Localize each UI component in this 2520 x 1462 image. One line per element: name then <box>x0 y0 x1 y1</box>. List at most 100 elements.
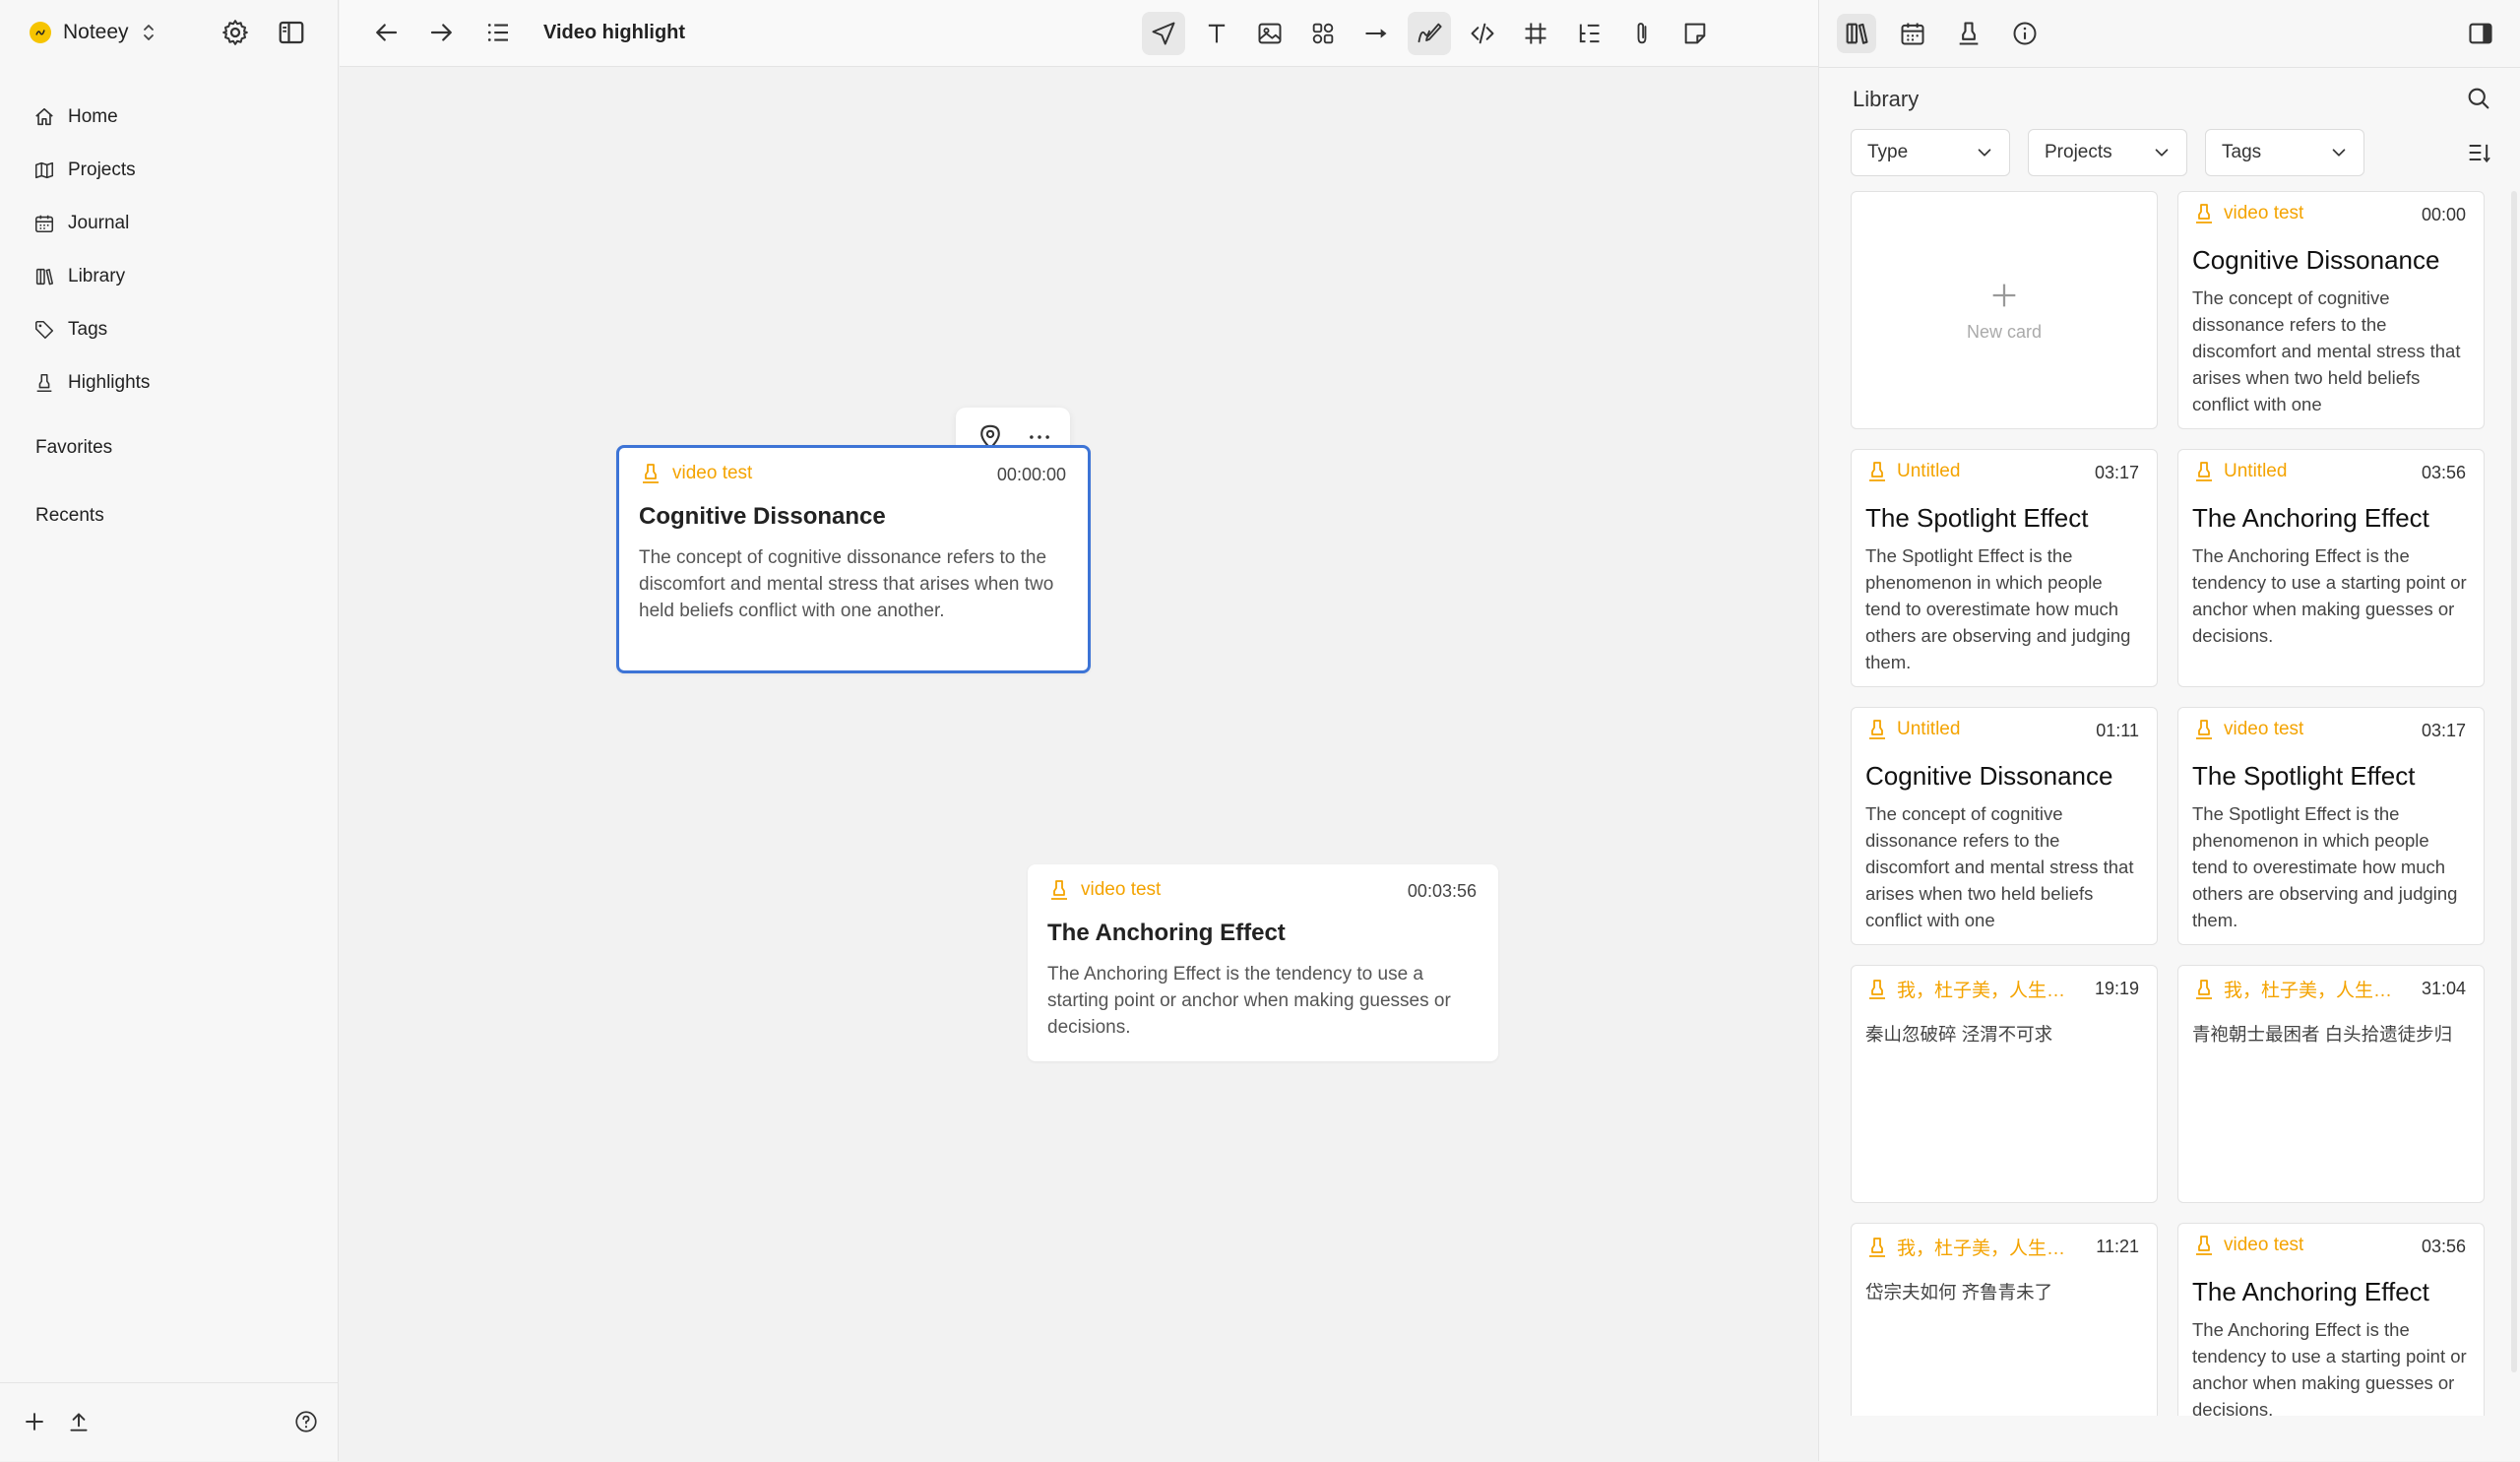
favorites-section[interactable]: Favorites <box>35 437 112 459</box>
calendar-icon <box>33 213 55 234</box>
nav-item-label: Journal <box>68 213 130 233</box>
pen-tool[interactable] <box>1408 12 1451 55</box>
nav-item-projects[interactable]: Projects <box>33 144 150 197</box>
library-card[interactable]: 我，杜子美，人生六十... 19:19 秦山忽破碎 泾渭不可求 <box>1851 965 2158 1203</box>
canvas-card-selected[interactable]: video test 00:00:00 Cognitive Dissonance… <box>616 445 1091 673</box>
list-tool-icon <box>1575 20 1603 47</box>
card-source-label: video test <box>1081 879 1162 900</box>
nav-item-home[interactable]: Home <box>33 91 150 144</box>
card-timestamp: 00:00:00 <box>996 465 1066 484</box>
home-icon <box>33 106 55 128</box>
panel-toggle[interactable] <box>2461 14 2500 53</box>
card-source-label: video test <box>2224 1235 2304 1255</box>
card-source[interactable]: video test <box>2192 202 2303 225</box>
card-timestamp: 00:03:56 <box>1407 881 1477 901</box>
card-title: The Anchoring Effect <box>2192 503 2429 533</box>
nav-item-library[interactable]: Library <box>33 250 150 303</box>
card-source-label: Untitled <box>2224 461 2288 481</box>
library-card[interactable]: Untitled 01:11 Cognitive Dissonance The … <box>1851 707 2158 945</box>
editor-toolbar: Video highlight <box>340 0 1818 67</box>
nav-item-label: Projects <box>68 159 136 180</box>
highlighter-icon <box>2192 718 2216 741</box>
card-body: The Anchoring Effect is the tendency to … <box>1047 964 1451 1038</box>
sidebar-toggle-icon[interactable] <box>277 18 306 47</box>
card-source[interactable]: video test <box>2192 1234 2303 1257</box>
nav-item-tags[interactable]: Tags <box>33 303 150 356</box>
card-body: The concept of cognitive dissonance refe… <box>2192 287 2461 414</box>
sort-list-icon[interactable] <box>2465 139 2492 166</box>
shapes-tool[interactable] <box>1301 12 1345 55</box>
whiteboard-canvas[interactable]: video test 00:00:00 Cognitive Dissonance… <box>340 67 1818 1461</box>
library-card[interactable]: video test 00:00 Cognitive Dissonance Th… <box>2177 191 2485 429</box>
card-source[interactable]: Untitled <box>1865 460 1960 483</box>
canvas-card[interactable]: video test 00:03:56 The Anchoring Effect… <box>1028 864 1498 1061</box>
card-source-label: video test <box>672 463 753 483</box>
card-source[interactable]: video test <box>639 462 752 485</box>
card-source[interactable]: 我，杜子美，人生六十... <box>2192 976 2409 1002</box>
highlighter-icon <box>1865 978 1889 1001</box>
library-card[interactable]: Untitled 03:56 The Anchoring Effect The … <box>2177 449 2485 687</box>
upload-icon[interactable] <box>66 1409 92 1434</box>
library-card[interactable]: 我，杜子美，人生六十... 11:21 岱宗夫如何 齐鲁青未了 <box>1851 1223 2158 1416</box>
card-body: The Anchoring Effect is the tendency to … <box>2192 1319 2467 1416</box>
document-title[interactable]: Video highlight <box>543 22 685 44</box>
outline-list-icon[interactable] <box>483 18 513 47</box>
sticky-note-tool-icon <box>1681 20 1709 47</box>
tab-info[interactable] <box>2005 14 2045 53</box>
card-source[interactable]: 我，杜子美，人生六十... <box>1865 1234 2082 1260</box>
library-card[interactable]: video test 03:56 The Anchoring Effect Th… <box>2177 1223 2485 1416</box>
card-source[interactable]: 我，杜子美，人生六十... <box>1865 976 2082 1002</box>
image-tool-icon <box>1256 20 1284 47</box>
sticky-note-tool[interactable] <box>1673 12 1717 55</box>
library-scrollbar[interactable] <box>2511 191 2517 1372</box>
card-source-label: 我，杜子美，人生六十... <box>1897 1239 2082 1259</box>
tab-library[interactable] <box>1837 14 1876 53</box>
library-card[interactable]: video test 03:17 The Spotlight Effect Th… <box>2177 707 2485 945</box>
plus-icon <box>1987 279 2021 312</box>
card-body: 秦山忽破碎 泾渭不可求 <box>1865 1024 2053 1045</box>
forward-arrow-icon[interactable] <box>427 18 457 47</box>
highlighter-icon <box>2192 202 2216 225</box>
tab-highlights[interactable] <box>1949 14 1988 53</box>
panel-toggle-icon <box>2467 20 2494 47</box>
library-card[interactable]: Untitled 03:17 The Spotlight Effect The … <box>1851 449 2158 687</box>
help-icon[interactable] <box>293 1409 319 1434</box>
card-source[interactable]: Untitled <box>1865 718 1960 741</box>
library-icon <box>1843 20 1870 47</box>
tab-journal[interactable] <box>1893 14 1932 53</box>
panel-tabs <box>1819 0 2520 68</box>
workspace-switcher[interactable]: Noteey <box>30 18 157 47</box>
select-tool[interactable] <box>1142 12 1185 55</box>
card-source[interactable]: video test <box>2192 718 2303 741</box>
search-icon[interactable] <box>2465 85 2492 112</box>
highlighter-icon <box>33 372 55 394</box>
nav-item-journal[interactable]: Journal <box>33 197 150 250</box>
frame-tool[interactable] <box>1514 12 1557 55</box>
add-icon[interactable] <box>22 1409 47 1434</box>
recents-section[interactable]: Recents <box>35 505 104 527</box>
card-source-label: 我，杜子美，人生六十... <box>2224 981 2409 1001</box>
list-tool[interactable] <box>1567 12 1610 55</box>
arrow-tool[interactable] <box>1354 12 1398 55</box>
new-card-button[interactable]: New card <box>1851 191 2158 429</box>
nav-item-label: Highlights <box>68 372 151 393</box>
nav-item-label: Tags <box>68 319 108 340</box>
highlighter-icon <box>1047 878 1071 902</box>
arrow-tool-icon <box>1362 20 1390 47</box>
card-timestamp: 01:11 <box>2096 721 2139 740</box>
highlighter-icon <box>1955 20 1983 47</box>
attachment-tool[interactable] <box>1620 12 1664 55</box>
text-tool[interactable] <box>1195 12 1238 55</box>
filter-projects-dropdown[interactable]: Projects <box>2028 129 2187 176</box>
back-arrow-icon[interactable] <box>371 18 401 47</box>
library-card[interactable]: 我，杜子美，人生六十... 31:04 青袍朝士最困者 白头拾遗徒步归 <box>2177 965 2485 1203</box>
image-tool[interactable] <box>1248 12 1292 55</box>
filter-type-dropdown[interactable]: Type <box>1851 129 2010 176</box>
settings-gear-icon[interactable] <box>220 18 250 47</box>
code-tool[interactable] <box>1461 12 1504 55</box>
card-source[interactable]: video test <box>1047 878 1161 902</box>
select-tool-icon <box>1150 20 1177 47</box>
card-source[interactable]: Untitled <box>2192 460 2287 483</box>
filter-tags-dropdown[interactable]: Tags <box>2205 129 2364 176</box>
nav-item-highlights[interactable]: Highlights <box>33 356 150 410</box>
